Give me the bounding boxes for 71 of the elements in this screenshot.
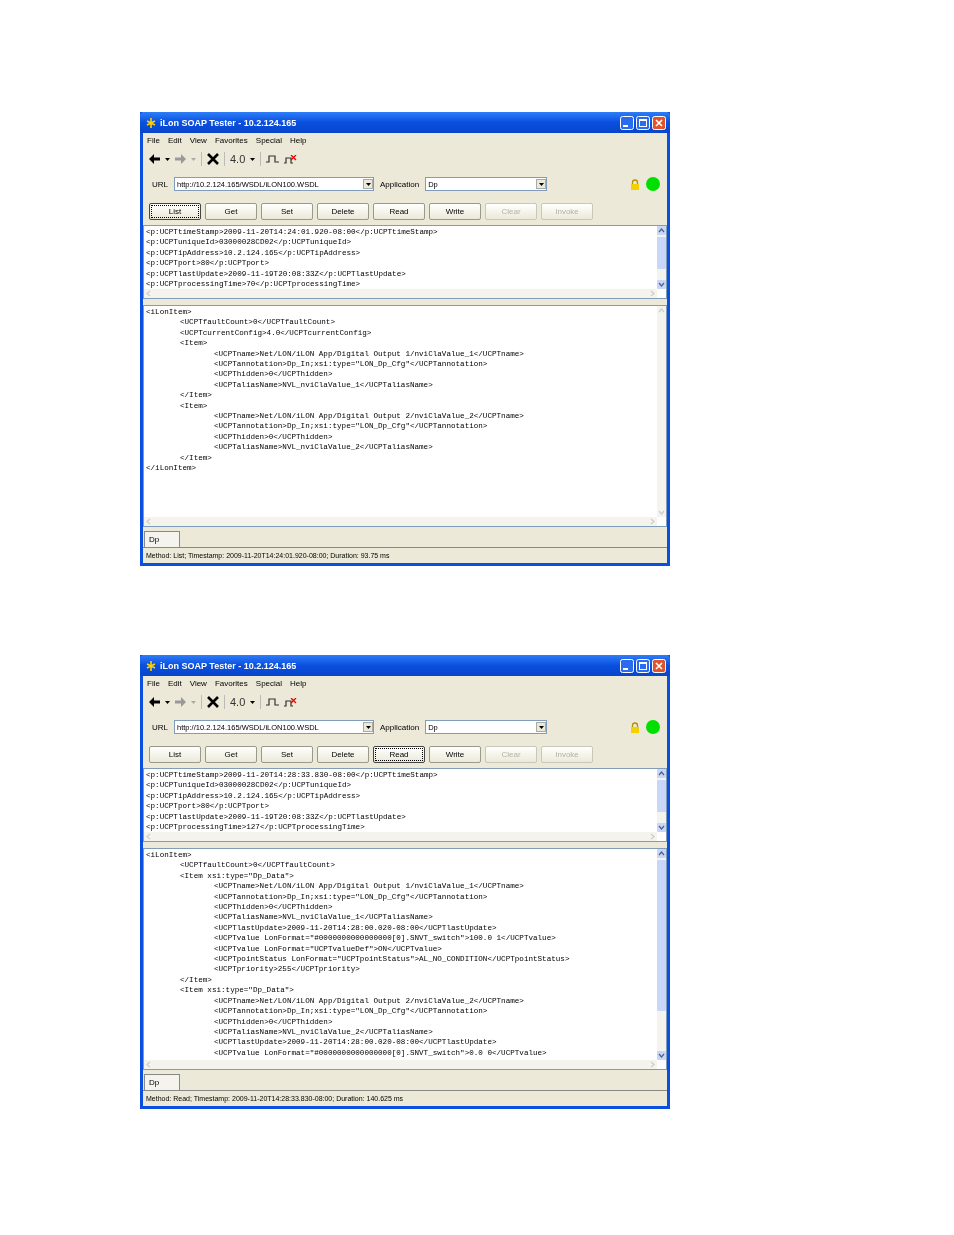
minimize-button[interactable] — [620, 115, 634, 130]
menu-item[interactable]: Favorites — [214, 135, 248, 145]
action-button[interactable]: List — [149, 202, 201, 220]
close-icon[interactable] — [207, 696, 219, 708]
pulse-cross-icon[interactable] — [284, 154, 298, 164]
scroll-down-icon[interactable] — [657, 280, 666, 289]
menu-item[interactable]: Help — [290, 678, 307, 688]
menu-item[interactable]: View — [189, 135, 207, 145]
maximize-button[interactable] — [636, 115, 650, 130]
connection-status-light — [646, 177, 660, 191]
caret-icon[interactable] — [250, 700, 256, 704]
action-button[interactable]: Set — [261, 745, 313, 763]
scroll-up-icon[interactable] — [657, 849, 666, 858]
connection-status-light — [646, 720, 660, 734]
menu-item[interactable]: Special — [255, 678, 283, 688]
close-button[interactable] — [652, 658, 666, 673]
version-dropdown[interactable]: 4.0 — [230, 153, 246, 165]
menu-item[interactable]: Favorites — [214, 678, 248, 688]
application-label: Application — [380, 722, 420, 732]
scrollbar-thumb[interactable] — [657, 237, 666, 269]
menu-item[interactable]: Help — [290, 135, 307, 145]
lock-icon — [630, 178, 640, 190]
menu-item[interactable]: View — [189, 678, 207, 688]
tab[interactable]: Dp — [144, 1074, 181, 1090]
scroll-down-icon[interactable] — [657, 1051, 666, 1060]
caret-icon[interactable] — [538, 725, 544, 729]
menu-item[interactable]: File — [147, 135, 160, 145]
caret-icon[interactable] — [165, 157, 170, 161]
action-button[interactable]: Delete — [317, 202, 369, 220]
scroll-up-icon[interactable] — [657, 226, 666, 235]
action-button[interactable]: Get — [205, 202, 257, 220]
window-title: iLon SOAP Tester - 10.2.124.165 — [160, 117, 297, 128]
application-label: Application — [380, 179, 420, 189]
lock-icon — [630, 721, 640, 733]
url-label: URL — [152, 179, 168, 189]
app-icon — [146, 117, 156, 128]
menu-item[interactable]: Edit — [167, 678, 182, 688]
caret-icon[interactable] — [365, 725, 371, 729]
caret-icon[interactable] — [250, 157, 256, 161]
action-button[interactable]: Read — [373, 745, 425, 763]
menu-item[interactable]: File — [147, 678, 160, 688]
version-dropdown[interactable]: 4.0 — [230, 696, 246, 708]
action-button[interactable]: Set — [261, 202, 313, 220]
maximize-button[interactable] — [636, 658, 650, 673]
back-arrow-icon[interactable] — [149, 154, 160, 164]
scrollbar-thumb[interactable] — [657, 780, 666, 812]
tab[interactable]: Dp — [144, 531, 181, 547]
pulse-icon[interactable] — [266, 155, 280, 163]
close-button[interactable] — [652, 115, 666, 130]
action-button[interactable]: Read — [373, 202, 425, 220]
pulse-cross-icon[interactable] — [284, 697, 298, 707]
pulse-icon[interactable] — [266, 698, 280, 706]
action-button[interactable]: Write — [429, 745, 481, 763]
action-button[interactable]: List — [149, 745, 201, 763]
action-button[interactable]: Write — [429, 202, 481, 220]
menu-item[interactable]: Edit — [167, 135, 182, 145]
back-arrow-icon[interactable] — [149, 697, 160, 707]
app-icon — [146, 660, 156, 671]
window-title: iLon SOAP Tester - 10.2.124.165 — [160, 660, 297, 671]
action-button[interactable]: Get — [205, 745, 257, 763]
action-button[interactable]: Delete — [317, 745, 369, 763]
caret-icon[interactable] — [538, 182, 544, 186]
menu-item[interactable]: Special — [255, 135, 283, 145]
caret-icon[interactable] — [365, 182, 371, 186]
url-label: URL — [152, 722, 168, 732]
scroll-up-icon[interactable] — [657, 769, 666, 778]
scrollbar-thumb[interactable] — [657, 860, 666, 1011]
scroll-down-icon[interactable] — [657, 823, 666, 832]
minimize-button[interactable] — [620, 658, 634, 673]
close-icon[interactable] — [207, 153, 219, 165]
caret-icon[interactable] — [165, 700, 170, 704]
